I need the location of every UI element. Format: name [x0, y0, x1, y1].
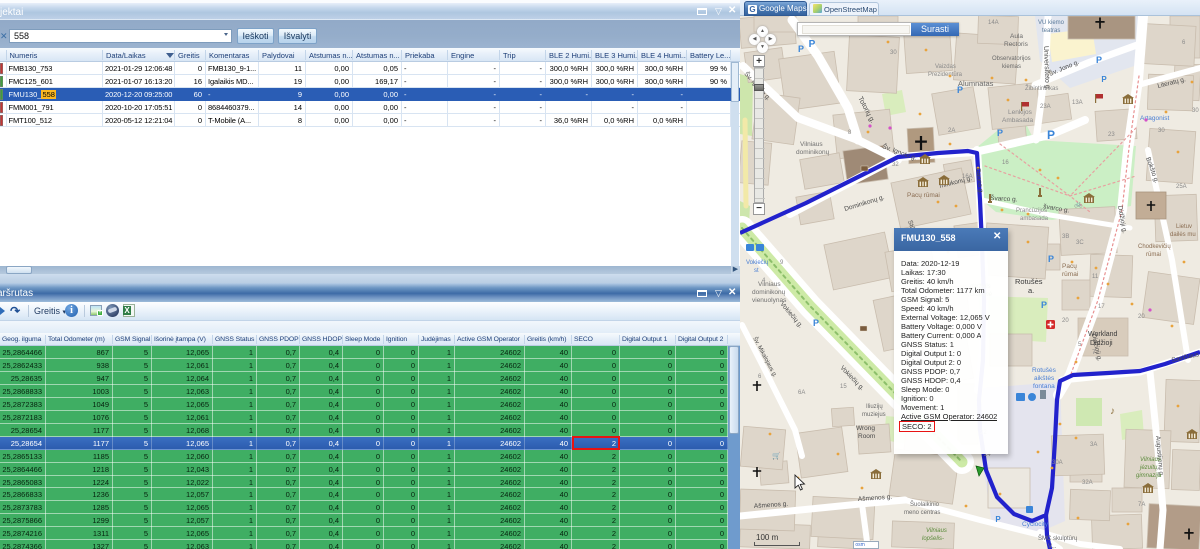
- svg-text:Rotušės: Rotušės: [1032, 367, 1057, 374]
- svg-text:dailės mu: dailės mu: [1170, 232, 1196, 238]
- svg-text:dominikonų: dominikonų: [752, 289, 786, 296]
- svg-text:Vokiečių: Vokiečių: [746, 260, 769, 266]
- svg-text:lopšelis-: lopšelis-: [922, 536, 944, 542]
- svg-text:Didžioji: Didžioji: [1090, 340, 1113, 347]
- svg-text:Workland: Workland: [1088, 331, 1118, 338]
- svg-text:meno centras: meno centras: [904, 510, 940, 516]
- svg-text:st: st: [754, 268, 759, 274]
- svg-text:13A: 13A: [1072, 100, 1083, 106]
- svg-text:Vilniaus: Vilniaus: [800, 141, 823, 148]
- svg-text:14A: 14A: [988, 20, 999, 26]
- svg-text:teatras: teatras: [1042, 28, 1060, 34]
- svg-text:7A: 7A: [1138, 502, 1145, 508]
- svg-text:P: P: [995, 515, 1001, 524]
- svg-text:Wrong: Wrong: [856, 425, 875, 432]
- svg-text:Prezidentūra: Prezidentūra: [928, 72, 963, 78]
- svg-text:Chodkevičių: Chodkevičių: [1138, 244, 1171, 250]
- svg-text:23A: 23A: [1040, 104, 1051, 110]
- svg-text:P: P: [1047, 128, 1055, 142]
- svg-text:16A: 16A: [962, 174, 973, 180]
- svg-text:P: P: [798, 44, 804, 54]
- svg-text:muziejus: muziejus: [862, 412, 886, 418]
- svg-text:rūmai: rūmai: [1062, 271, 1078, 278]
- svg-text:3B: 3B: [1062, 234, 1069, 240]
- svg-text:Ambasada: Ambasada: [1002, 117, 1033, 124]
- svg-text:32A: 32A: [1082, 480, 1093, 486]
- svg-text:32: 32: [892, 162, 899, 168]
- svg-text:kiemas: kiemas: [1002, 64, 1021, 70]
- svg-text:rūmai: rūmai: [1146, 252, 1161, 258]
- svg-text:Lenkijos: Lenkijos: [1008, 109, 1033, 116]
- svg-text:Pacų: Pacų: [1062, 263, 1077, 270]
- svg-text:3A: 3A: [1090, 442, 1097, 448]
- svg-text:20: 20: [1138, 314, 1145, 320]
- svg-text:Artagonist: Artagonist: [1140, 115, 1169, 122]
- svg-text:gimnazija: gimnazija: [1136, 473, 1162, 479]
- svg-text:17: 17: [1098, 304, 1105, 310]
- svg-text:11: 11: [1092, 274, 1099, 280]
- svg-text:P: P: [813, 318, 819, 328]
- svg-text:15: 15: [840, 384, 847, 390]
- svg-text:ambasada: ambasada: [1020, 216, 1049, 222]
- svg-text:16: 16: [1002, 160, 1009, 166]
- svg-text:aikštės: aikštės: [1034, 375, 1055, 382]
- svg-text:P: P: [1048, 254, 1054, 264]
- svg-text:P: P: [809, 39, 816, 50]
- svg-text:Observatorijos: Observatorijos: [992, 56, 1031, 62]
- svg-text:VU kiemo: VU kiemo: [1038, 20, 1065, 26]
- svg-text:20: 20: [1062, 318, 1069, 324]
- svg-text:fontana: fontana: [1033, 383, 1055, 390]
- svg-text:♪: ♪: [1110, 406, 1115, 417]
- svg-text:25A: 25A: [1176, 184, 1187, 190]
- svg-text:jėzuitų: jėzuitų: [1139, 465, 1158, 471]
- svg-text:30: 30: [890, 50, 897, 56]
- svg-text:P: P: [1096, 55, 1102, 65]
- svg-text:Rotušės: Rotušės: [1015, 277, 1043, 286]
- svg-text:2A: 2A: [948, 128, 955, 134]
- svg-text:6A: 6A: [798, 390, 805, 396]
- svg-text:30A: 30A: [1052, 460, 1063, 466]
- svg-text:Lietuv: Lietuv: [1176, 224, 1192, 230]
- svg-text:Prancūzijos: Prancūzijos: [1016, 208, 1047, 214]
- svg-text:P: P: [1041, 300, 1047, 310]
- svg-text:Rectoris: Rectoris: [1004, 41, 1029, 48]
- svg-text:P: P: [957, 85, 963, 95]
- svg-text:Žibintininkas: Žibintininkas: [1025, 84, 1058, 92]
- svg-text:ŠMC skulptūrų: ŠMC skulptūrų: [1038, 535, 1078, 542]
- svg-text:Cyclocity: Cyclocity: [1022, 521, 1049, 528]
- svg-text:23: 23: [1108, 132, 1115, 138]
- svg-text:P: P: [997, 128, 1003, 138]
- svg-text:a.: a.: [1028, 286, 1034, 295]
- svg-text:V...: V...: [1048, 544, 1057, 549]
- svg-text:3C: 3C: [1076, 240, 1084, 246]
- svg-text:vienuolynas: vienuolynas: [752, 297, 787, 304]
- svg-text:Room: Room: [858, 433, 875, 440]
- svg-text:Pacų rūmai: Pacų rūmai: [907, 192, 940, 199]
- svg-text:30: 30: [1158, 128, 1165, 134]
- svg-text:Vaizdas: Vaizdas: [935, 64, 956, 70]
- svg-text:🚲: 🚲: [1074, 201, 1083, 208]
- svg-text:P: P: [1101, 75, 1107, 84]
- svg-text:Iliuzijų: Iliuzijų: [866, 404, 883, 410]
- svg-text:30: 30: [1192, 108, 1199, 114]
- svg-text:Vilniaus: Vilniaus: [926, 528, 947, 534]
- svg-text:🛒: 🛒: [772, 451, 781, 460]
- svg-text:Aula: Aula: [1010, 33, 1023, 40]
- svg-text:Šuolaikinio: Šuolaikinio: [910, 501, 940, 508]
- svg-text:dominikonų: dominikonų: [796, 149, 830, 156]
- svg-text:Vilniaus: Vilniaus: [1140, 457, 1161, 463]
- svg-text:Alumnatas: Alumnatas: [958, 79, 994, 88]
